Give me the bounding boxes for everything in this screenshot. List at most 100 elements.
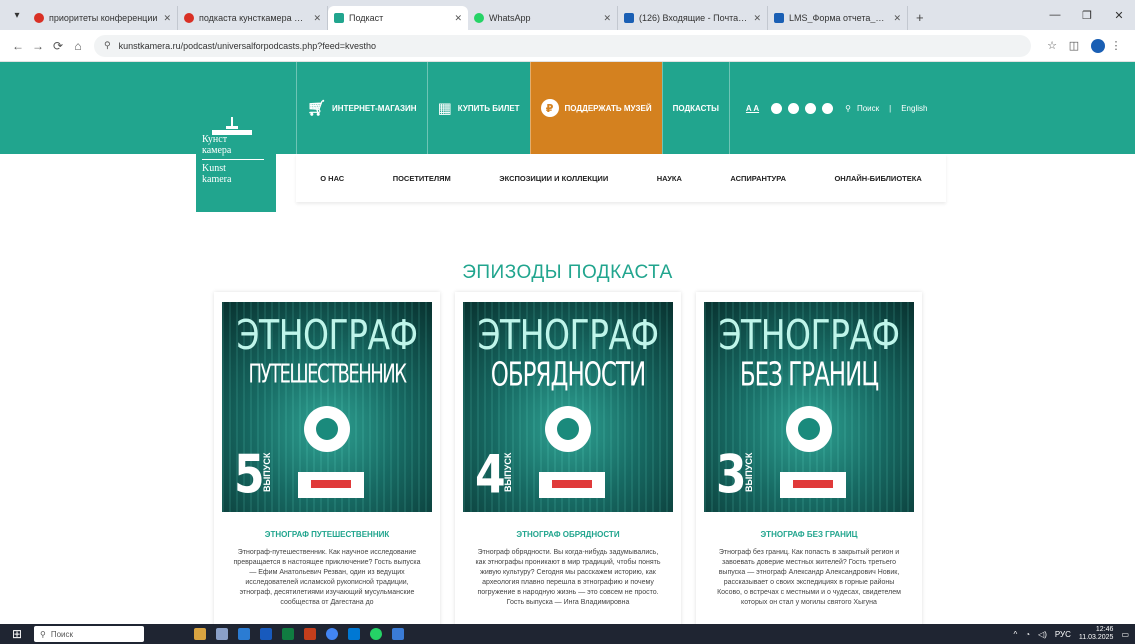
- cover-title-line2: ОБРЯДНОСТИ: [490, 356, 646, 395]
- language-link[interactable]: English: [901, 104, 927, 113]
- episode-title-link[interactable]: ЭТНОГРАФ БЕЗ ГРАНИЦ: [704, 530, 914, 539]
- taskbar-clock[interactable]: 12:46 11.03.2025: [1079, 626, 1114, 642]
- excel-icon[interactable]: [282, 628, 294, 640]
- odnoklassniki-icon[interactable]: [822, 102, 834, 114]
- browser-tab[interactable]: WhatsApp ✕: [468, 6, 618, 30]
- episode-title-link[interactable]: ЭТНОГРАФ ПУТЕШЕСТВЕННИК: [222, 530, 432, 539]
- badge-logo: [552, 480, 592, 488]
- nav-exhibitions[interactable]: ЭКСПОЗИЦИИ И КОЛЛЕКЦИИ: [499, 174, 608, 183]
- museum-emblem-icon: [545, 406, 591, 452]
- top-nav: 🛒︎ ИНТЕРНЕТ-МАГАЗИН ▦ КУПИТЬ БИЛЕТ ₽ ПОД…: [296, 62, 927, 154]
- tab-close-icon[interactable]: ✕: [313, 13, 321, 24]
- youtube-icon[interactable]: [805, 102, 817, 114]
- telegram-icon[interactable]: [788, 102, 800, 114]
- cover-title-line1: ЭТНОГРАФ: [718, 310, 901, 359]
- cover-title-line2: БЕЗ ГРАНИЦ: [739, 356, 879, 395]
- whatsapp-icon[interactable]: [370, 628, 382, 640]
- shop-label: ИНТЕРНЕТ-МАГАЗИН: [332, 103, 417, 113]
- nav-about[interactable]: О НАС: [320, 174, 344, 183]
- forward-icon[interactable]: →: [28, 39, 48, 53]
- notifications-icon[interactable]: ▭: [1121, 630, 1129, 639]
- site-info-icon[interactable]: ⚲: [104, 40, 111, 51]
- volume-icon[interactable]: ◁): [1038, 630, 1047, 639]
- browser-tab[interactable]: приоритеты конференции ✕: [28, 6, 178, 30]
- vk-icon[interactable]: [771, 102, 783, 114]
- tray-chevron-icon[interactable]: ^: [1013, 630, 1017, 639]
- browser-menu-icon[interactable]: ⋮: [1105, 39, 1127, 52]
- chrome-icon[interactable]: [326, 628, 338, 640]
- font-size-toggle[interactable]: A A: [746, 104, 759, 113]
- nav-visitors[interactable]: ПОСЕТИТЕЛЯМ: [393, 174, 451, 183]
- nav-science[interactable]: НАУКА: [657, 174, 682, 183]
- extensions-icon[interactable]: ◫: [1063, 39, 1085, 52]
- powerpoint-icon[interactable]: [304, 628, 316, 640]
- maximize-icon[interactable]: ❐: [1071, 9, 1103, 22]
- start-windows-icon[interactable]: ⊞: [0, 627, 34, 641]
- tab-label: (126) Входящие - Почта Mail: [639, 13, 748, 23]
- search-icon[interactable]: ⚲: [845, 104, 851, 113]
- taskbar-search-input[interactable]: ⚲ Поиск: [34, 626, 144, 642]
- episode-cover-image[interactable]: ЭТНОГРАФ ОБРЯДНОСТИ 4 ВЫПУСК: [463, 302, 673, 512]
- nav-separator: |: [889, 103, 892, 113]
- back-icon[interactable]: ←: [8, 39, 28, 53]
- new-tab-button[interactable]: +: [908, 10, 932, 25]
- episode-title-link[interactable]: ЭТНОГРАФ ОБРЯДНОСТИ: [463, 530, 673, 539]
- cover-title-line2: ПУТЕШЕСТВЕННИК: [248, 359, 407, 390]
- bookmark-star-icon[interactable]: ☆: [1041, 39, 1063, 52]
- nav-postgraduate[interactable]: АСПИРАНТУРА: [730, 174, 786, 183]
- tab-favicon-icon: [624, 13, 634, 23]
- tab-search-icon[interactable]: ▾: [6, 4, 28, 26]
- donate-link[interactable]: ₽ ПОДДЕРЖАТЬ МУЗЕЙ: [529, 62, 662, 154]
- tab-close-icon[interactable]: ✕: [893, 13, 901, 24]
- search-icon: ⚲: [40, 629, 46, 639]
- utility-bar: A A ⚲ Поиск | English: [728, 62, 927, 154]
- episode-cover-image[interactable]: ЭТНОГРАФ ПУТЕШЕСТВЕННИК 5 ВЫПУСК: [222, 302, 432, 512]
- episode-number: 3: [716, 444, 747, 506]
- main-nav: О НАС ПОСЕТИТЕЛЯМ ЭКСПОЗИЦИИ И КОЛЛЕКЦИИ…: [296, 154, 946, 202]
- network-icon[interactable]: ◔: [1025, 630, 1030, 639]
- episode-card[interactable]: ЭТНОГРАФ БЕЗ ГРАНИЦ 3 ВЫПУСК ЭТНОГРАФ БЕ…: [696, 292, 922, 632]
- browser-tab-active[interactable]: Подкаст ✕: [328, 6, 468, 30]
- word-icon[interactable]: [260, 628, 272, 640]
- reload-icon[interactable]: ⟳: [48, 39, 68, 53]
- browser-tab[interactable]: подкаста кунсткамера — Яндекс ✕: [178, 6, 328, 30]
- site-logo[interactable]: Кунст камера Kunst kamera: [196, 62, 276, 212]
- input-language[interactable]: РУС: [1055, 630, 1071, 639]
- tab-close-icon[interactable]: ✕: [603, 13, 611, 24]
- page-title: ЭПИЗОДЫ ПОДКАСТА: [462, 262, 673, 283]
- mail-icon[interactable]: [348, 628, 360, 640]
- shop-link[interactable]: 🛒︎ ИНТЕРНЕТ-МАГАЗИН: [296, 62, 427, 154]
- browser-tab[interactable]: (126) Входящие - Почта Mail ✕: [618, 6, 768, 30]
- browser-tab[interactable]: LMS_Форма отчета_2023.docx ✕: [768, 6, 908, 30]
- taskbar-apps: [194, 628, 404, 640]
- taskbar-search-placeholder: Поиск: [50, 629, 74, 639]
- home-icon[interactable]: ⌂: [68, 39, 88, 53]
- kunstkamera-tower-icon: [212, 117, 252, 135]
- widgets-icon[interactable]: [194, 628, 206, 640]
- logo-text-ru-2: камера: [202, 145, 232, 156]
- episode-card[interactable]: ЭТНОГРАФ ПУТЕШЕСТВЕННИК 5 ВЫПУСК ЭТНОГРА…: [214, 292, 440, 632]
- tab-close-icon[interactable]: ✕: [454, 13, 462, 24]
- tab-favicon-icon: [334, 13, 344, 23]
- badge-logo: [793, 480, 833, 488]
- profile-avatar-icon[interactable]: [1091, 38, 1105, 53]
- task-view-icon[interactable]: [216, 628, 228, 640]
- minimize-icon[interactable]: —: [1039, 9, 1071, 21]
- nav-online-library[interactable]: ОНЛАЙН-БИБЛИОТЕКА: [834, 174, 921, 183]
- url-input[interactable]: ⚲ kunstkamera.ru/podcast/universalforpod…: [94, 34, 1031, 57]
- episode-cover-image[interactable]: ЭТНОГРАФ БЕЗ ГРАНИЦ 3 ВЫПУСК: [704, 302, 914, 512]
- buy-ticket-link[interactable]: ▦ КУПИТЬ БИЛЕТ: [426, 62, 530, 154]
- file-explorer-icon[interactable]: [238, 628, 250, 640]
- partner-badge: [539, 472, 605, 498]
- address-bar: ← → ⟳ ⌂ ⚲ kunstkamera.ru/podcast/univers…: [0, 30, 1135, 62]
- tab-favicon-icon: [774, 13, 784, 23]
- app-icon[interactable]: [392, 628, 404, 640]
- podcasts-link[interactable]: ПОДКАСТЫ: [661, 62, 729, 154]
- tab-close-icon[interactable]: ✕: [163, 13, 171, 24]
- partner-badge: [780, 472, 846, 498]
- search-link[interactable]: Поиск: [857, 104, 879, 113]
- tab-close-icon[interactable]: ✕: [753, 13, 761, 24]
- logo-divider: [202, 159, 264, 160]
- episode-card[interactable]: ЭТНОГРАФ ОБРЯДНОСТИ 4 ВЫПУСК ЭТНОГРАФ ОБ…: [455, 292, 681, 632]
- close-window-icon[interactable]: ✕: [1103, 9, 1135, 22]
